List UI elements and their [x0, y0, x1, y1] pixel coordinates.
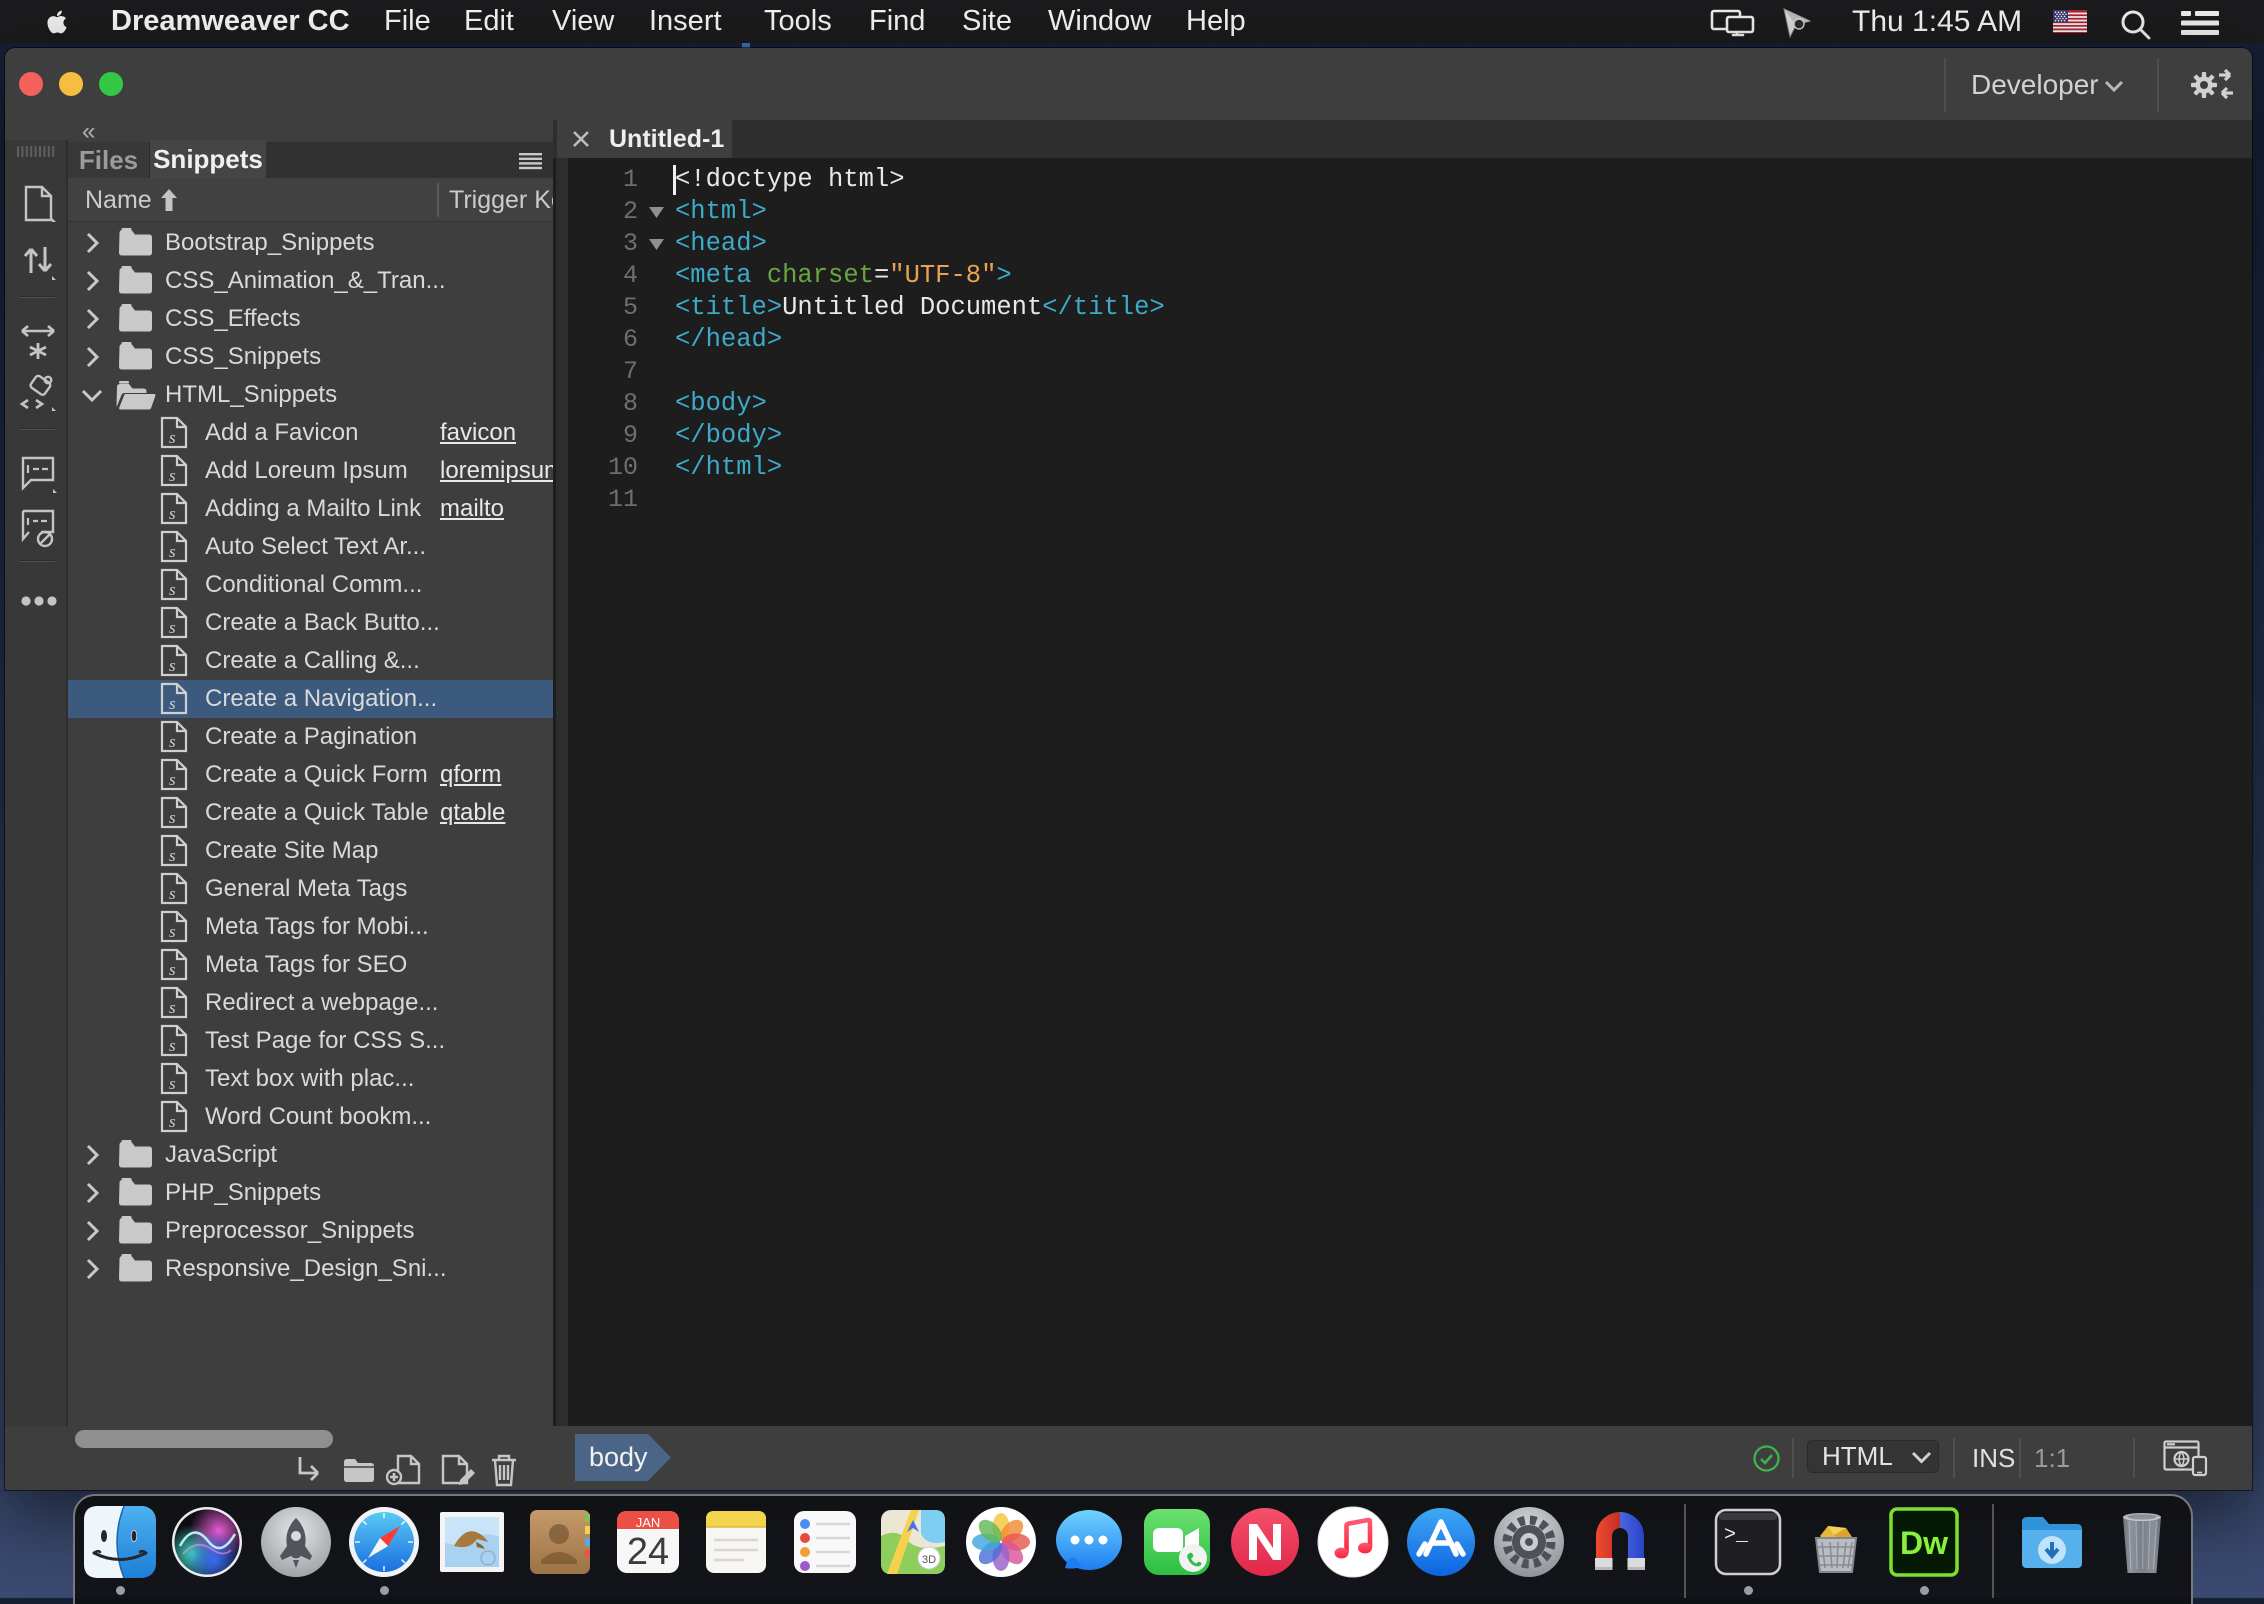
- svg-text:s: s: [169, 846, 176, 865]
- svg-text:s: s: [169, 656, 176, 675]
- svg-text:s: s: [169, 428, 176, 447]
- svg-text:s: s: [169, 618, 176, 637]
- svg-text:JAN: JAN: [636, 1515, 661, 1530]
- svg-text:s: s: [169, 504, 176, 523]
- svg-text:Dw: Dw: [1900, 1525, 1948, 1561]
- svg-text:s: s: [169, 770, 176, 789]
- svg-text:s: s: [169, 884, 176, 903]
- svg-text:s: s: [169, 922, 176, 941]
- svg-text:s: s: [169, 1112, 176, 1131]
- svg-text:s: s: [169, 1074, 176, 1093]
- svg-text:>_: >_: [1724, 1524, 1749, 1547]
- svg-text:s: s: [169, 808, 176, 827]
- svg-text:s: s: [169, 960, 176, 979]
- svg-text:s: s: [169, 732, 176, 751]
- svg-text:s: s: [169, 580, 176, 599]
- svg-text:s: s: [169, 694, 176, 713]
- svg-text:s: s: [169, 542, 176, 561]
- svg-text:s: s: [169, 466, 176, 485]
- svg-text:s: s: [169, 998, 176, 1017]
- svg-text:3D: 3D: [922, 1554, 936, 1566]
- svg-text:s: s: [169, 1036, 176, 1055]
- svg-text:24: 24: [627, 1531, 669, 1573]
